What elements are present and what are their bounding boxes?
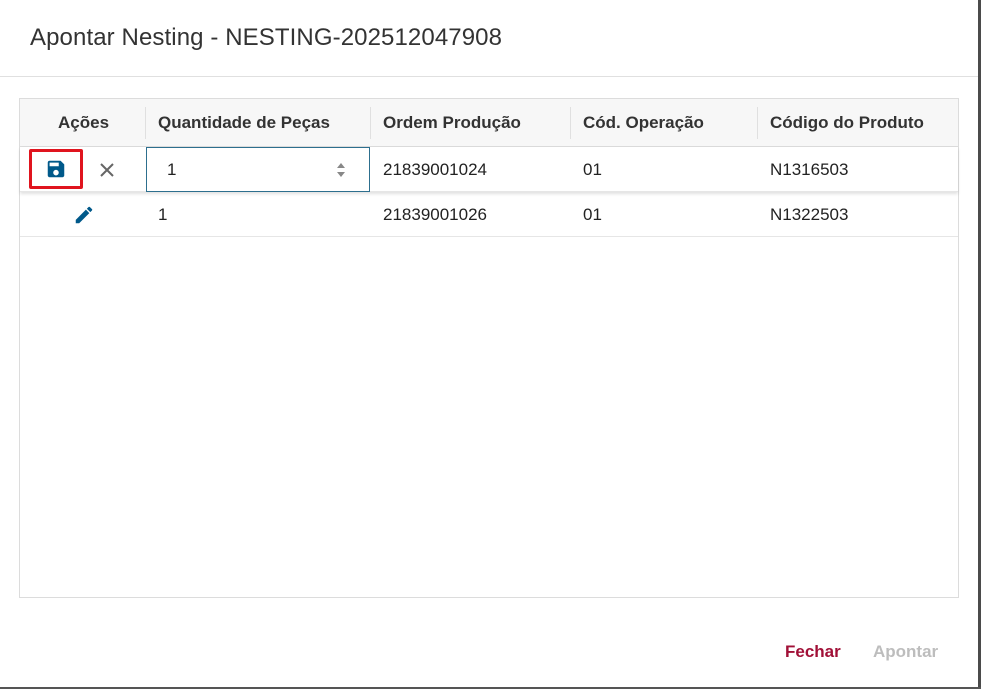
column-header-operacao[interactable]: Cód. Operação [583, 99, 704, 146]
column-separator [570, 107, 571, 139]
cell-operacao: 01 [583, 205, 602, 224]
quantity-input[interactable]: 1 [146, 147, 370, 192]
apontar-button[interactable]: Apontar [873, 640, 938, 664]
column-separator [145, 107, 146, 139]
close-icon [100, 163, 114, 177]
cell-operacao: 01 [583, 160, 602, 179]
column-separator [370, 107, 371, 139]
spinner-arrows-icon[interactable] [335, 161, 347, 179]
column-header-ordem[interactable]: Ordem Produção [383, 99, 521, 146]
grid-header: Ações Quantidade de Peças Ordem Produção… [20, 99, 958, 147]
column-header-acoes: Ações [58, 113, 110, 132]
cell-ordem: 21839001024 [383, 160, 488, 179]
table-row-editing: 1 21839001024 01 N1316503 [20, 147, 958, 192]
cell-ordem: 21839001026 [383, 205, 488, 224]
quantity-input-value: 1 [167, 160, 177, 179]
cell-quantidade: 1 [158, 205, 168, 224]
grid: Ações Quantidade de Peças Ordem Produção… [19, 98, 959, 598]
column-header-produto[interactable]: Código do Produto [770, 99, 924, 146]
table-row: 1 21839001026 01 N1322503 [20, 192, 958, 237]
cell-produto: N1316503 [770, 160, 849, 179]
dialog-title: Apontar Nesting - NESTING-202512047908 [30, 24, 503, 51]
save-icon [47, 160, 65, 178]
cell-produto: N1322503 [770, 205, 849, 224]
close-button[interactable]: Fechar [785, 640, 841, 664]
cancel-button[interactable] [93, 156, 121, 184]
dialog-header: Apontar Nesting - NESTING-202512047908 [0, 0, 978, 77]
column-header-quantidade[interactable]: Quantidade de Peças [158, 99, 330, 146]
edit-button[interactable] [70, 201, 98, 229]
pencil-icon [75, 206, 93, 224]
save-button[interactable] [29, 149, 83, 189]
column-separator [757, 107, 758, 139]
